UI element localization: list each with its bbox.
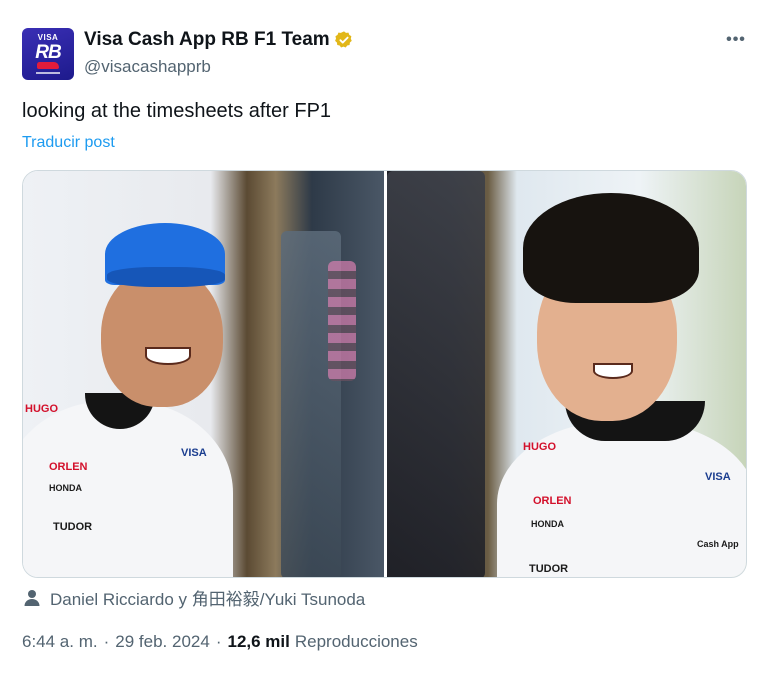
hair [523, 193, 699, 303]
tweet-meta: 6:44 a. m. · 29 feb. 2024 · 12,6 mil Rep… [22, 632, 418, 652]
avatar-divider [36, 72, 60, 74]
face [101, 267, 223, 407]
tagged-people[interactable]: Daniel Ricciardo y 角田裕毅/Yuki Tsunoda [22, 585, 365, 610]
shirt-brand-hugo: HUGO [523, 441, 556, 453]
background-pink-lights [328, 261, 356, 381]
media-photo-tsunoda[interactable]: HUGO ORLEN HONDA TUDOR VISA Cash App [387, 171, 746, 577]
author-display-name[interactable]: Visa Cash App RB F1 Team [84, 29, 330, 51]
shirt-brand-visa: VISA [705, 471, 731, 483]
verified-badge-icon [334, 30, 354, 50]
avatar-rb-mark: RB [35, 42, 61, 63]
shirt-brand-honda: HONDA [49, 483, 82, 493]
shirt-brand-tudor: TUDOR [53, 521, 93, 533]
shirt-brand-visa: VISA [181, 447, 207, 459]
author-avatar[interactable]: VISA RB [22, 28, 74, 80]
author-handle[interactable]: @visacashapprb [84, 57, 211, 77]
shirt-brand-cashapp: Cash App [697, 539, 739, 549]
shirt-brand-orlen: ORLEN [49, 461, 88, 473]
shirt-brand-tudor: TUDOR [529, 563, 569, 575]
avatar-visa-text: VISA [37, 33, 59, 42]
meta-separator: · [103, 632, 110, 651]
shirt-brand-honda: HONDA [531, 519, 564, 529]
more-options-icon[interactable]: ••• [722, 30, 750, 50]
cap-brim [107, 267, 225, 287]
tagged-people-text: Daniel Ricciardo y 角田裕毅/Yuki Tsunoda [50, 590, 366, 609]
person-icon [24, 589, 40, 606]
media-photo-ricciardo[interactable]: HUGO ORLEN HONDA TUDOR VISA [23, 171, 384, 577]
shirt-brand-hugo: HUGO [25, 403, 58, 415]
background-blur [387, 171, 485, 577]
shirt-brand-orlen: ORLEN [533, 495, 572, 507]
meta-separator: · [215, 632, 222, 651]
tweet-date[interactable]: 29 feb. 2024 [115, 632, 210, 652]
tweet-text: looking at the timesheets after FP1 [22, 100, 332, 122]
smile [145, 347, 191, 365]
smile [593, 363, 633, 379]
tweet-media-grid: HUGO ORLEN HONDA TUDOR VISA HUGO ORLEN H… [22, 170, 747, 578]
translate-post-link[interactable]: Traducir post [22, 134, 115, 152]
tweet-card: VISA RB Visa Cash App RB F1 Team @visaca… [0, 0, 768, 678]
bull-logo-icon [37, 62, 59, 69]
views-count: 12,6 mil [227, 632, 290, 651]
tweet-time[interactable]: 6:44 a. m. [22, 632, 98, 652]
views-label: Reproducciones [294, 632, 418, 651]
author-name-row: Visa Cash App RB F1 Team [84, 29, 354, 51]
